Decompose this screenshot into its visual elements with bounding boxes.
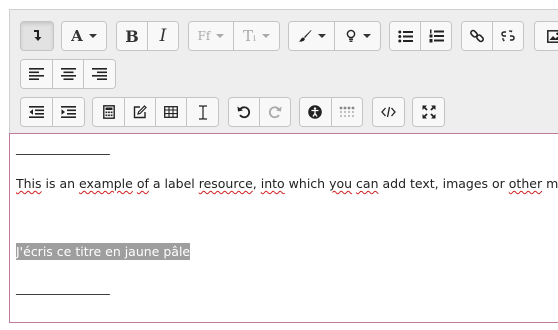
fullscreen-group [412,97,445,127]
image-icon [546,29,558,43]
undo-icon [237,106,251,119]
indent-icon [61,106,76,118]
misspelled-word: other [508,176,543,191]
misspelled-word: can [356,176,379,191]
separator-line-bottom: _______________ [16,280,110,295]
misspelled-word: you [329,176,353,191]
table-button[interactable] [156,98,187,126]
html-source-button[interactable] [373,98,404,126]
bold-icon: B [125,26,139,46]
alignment-group [20,59,116,89]
misspelled-word: resource [198,176,253,191]
paint-brush-icon [298,30,311,42]
unordered-list-icon [397,30,413,42]
chevron-down-icon [317,34,326,38]
chevron-down-icon [88,34,97,38]
font-family-icon: Ff [197,29,211,43]
link-group [461,21,524,51]
arrow-down-icon [34,30,42,41]
misspelled-word: of [136,176,149,191]
insert-group [92,97,219,127]
toolbar-toggle-button[interactable] [21,22,53,50]
font-size-icon: Tᵢ [242,27,257,45]
list-group [389,21,452,51]
paint-group [288,21,381,51]
italic-button[interactable]: I [148,22,178,50]
italic-icon: I [159,26,167,46]
font-size-button[interactable]: Tᵢ [234,22,279,50]
font-group: Ff Tᵢ [188,21,280,51]
separator-line-top: _______________ [16,140,110,155]
text-style-group: B I [116,21,179,51]
edit-button[interactable] [125,98,156,126]
chevron-down-icon [362,34,371,38]
misspelled-word: example [79,176,133,191]
redo-icon [268,106,282,119]
undo-button[interactable] [229,98,260,126]
outdent-icon [29,106,44,118]
align-left-button[interactable] [21,60,53,88]
code-icon [381,106,396,118]
chevron-down-icon [216,34,225,38]
html-group [372,97,405,127]
font-color-icon: A [71,27,83,45]
paragraph-text-run: , [252,176,261,191]
link-icon [470,29,484,43]
paragraph-text-run: add text, images or [378,176,509,191]
chevron-down-icon [262,34,271,38]
lightbulb-button[interactable] [335,22,380,50]
equation-button[interactable] [93,98,125,126]
accessibility-group [299,97,363,127]
align-right-button[interactable] [84,60,115,88]
screen-reader-helper-button[interactable] [331,98,362,126]
align-center-icon [60,68,76,80]
paragraph-text-run: is an [41,176,80,191]
unordered-list-button[interactable] [390,22,421,50]
align-right-icon [92,68,107,80]
paragraph-text-run: a label [148,176,199,191]
align-center-button[interactable] [53,60,84,88]
toolbar-toggle-group [20,21,54,51]
paragraph-text-run: which [284,176,330,191]
highlighted-text: J'écris ce titre en jaune pâle [16,243,191,260]
font-family-button[interactable]: Ff [189,22,234,50]
paragraph-text-run: media [546,176,558,191]
image-group [534,21,558,51]
image-button[interactable] [535,22,558,50]
font-color-group: A [61,21,107,51]
editor-content-area[interactable]: _______________ This is an example of a … [9,133,558,323]
indent-button[interactable] [53,98,84,126]
history-group [228,97,291,127]
paint-brush-button[interactable] [289,22,335,50]
misspelled-word: into [260,176,285,191]
paragraph-text: This is an example of a label resource, … [16,176,558,191]
ordered-list-icon [429,29,444,43]
edit-icon [133,105,147,119]
link-button[interactable] [462,22,493,50]
unlink-button[interactable] [493,22,523,50]
align-left-icon [29,68,44,80]
calculator-icon [102,105,115,119]
table-icon [164,106,178,118]
bold-button[interactable]: B [117,22,148,50]
editor-toolbar: A B I Ff Tᵢ [9,9,558,133]
accessibility-icon [308,105,323,119]
misspelled-word: This [16,176,42,191]
text-cursor-button[interactable] [187,98,218,126]
text-cursor-icon [198,104,207,120]
fullscreen-icon [421,105,436,119]
fullscreen-button[interactable] [413,98,444,126]
ordered-list-button[interactable] [421,22,451,50]
highlighted-title-line: J'écris ce titre en jaune pâle [16,243,191,260]
braille-icon [339,106,355,118]
accessibility-checker-button[interactable] [300,98,332,126]
outdent-button[interactable] [21,98,53,126]
indent-group [20,97,85,127]
font-color-button[interactable]: A [62,22,106,50]
unlink-icon [501,30,515,42]
lightbulb-icon [346,29,355,42]
redo-button[interactable] [260,98,290,126]
